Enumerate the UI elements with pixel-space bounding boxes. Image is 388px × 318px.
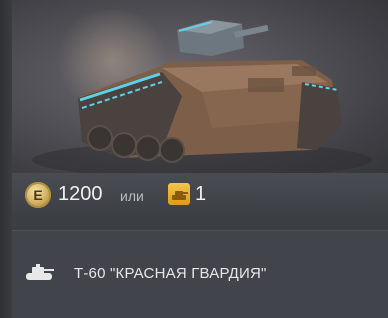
credits-price: 1200 [58,183,103,205]
tank-preview-image [12,0,388,180]
token-price: 1 [195,183,207,205]
tank-token-icon [168,183,190,205]
price-bar: E 1200 или 1 [12,173,388,217]
tank-render [32,20,372,178]
vehicle-info-panel: Т-60 "КРАСНАЯ ГВАРДИЯ" [12,230,388,318]
or-label: или [120,188,144,204]
vehicle-offer-card[interactable]: E 1200 или 1 Т-60 "КРАСНАЯ ГВАРДИЯ" [0,0,388,318]
credits-coin-icon: E [25,182,51,208]
light-tank-icon [26,264,54,280]
vehicle-name: Т-60 "КРАСНАЯ ГВАРДИЯ" [74,265,267,282]
card-left-edge [0,0,12,318]
